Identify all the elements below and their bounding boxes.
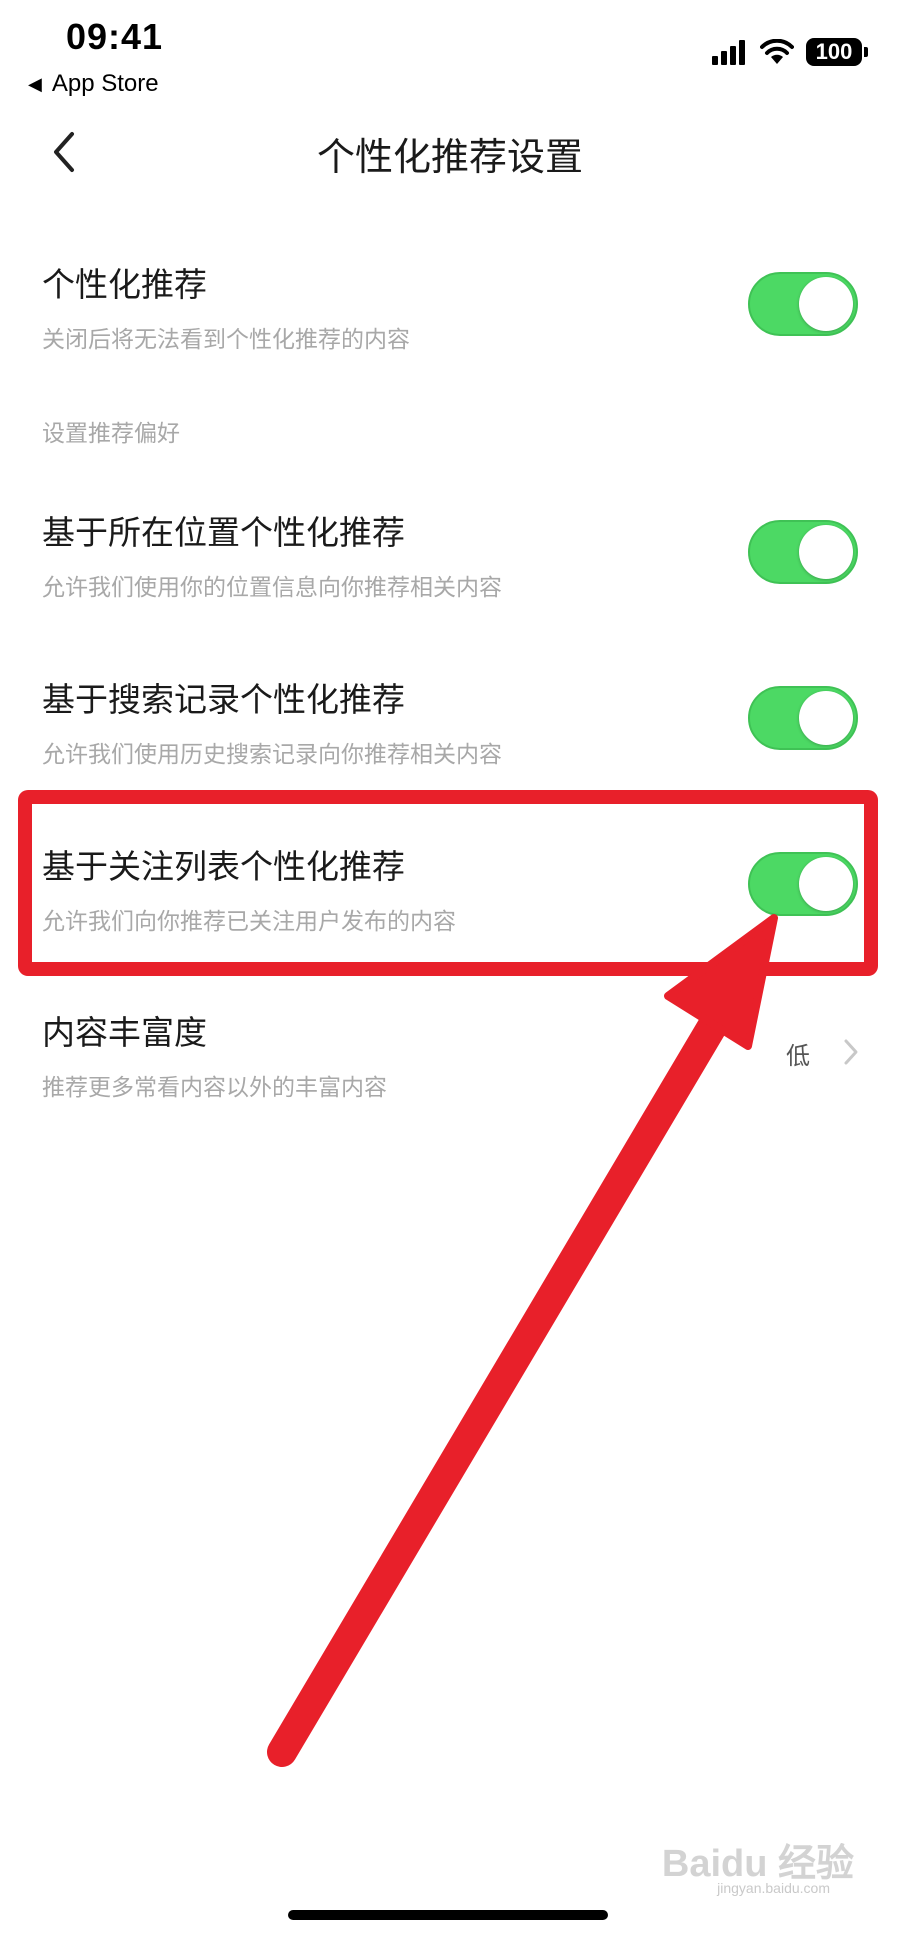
watermark-url: jingyan.baidu.com xyxy=(717,1880,830,1896)
home-indicator xyxy=(288,1910,608,1920)
annotation-arrow xyxy=(267,914,778,1767)
watermark-logo: Baidu 经验 xyxy=(661,1843,854,1885)
